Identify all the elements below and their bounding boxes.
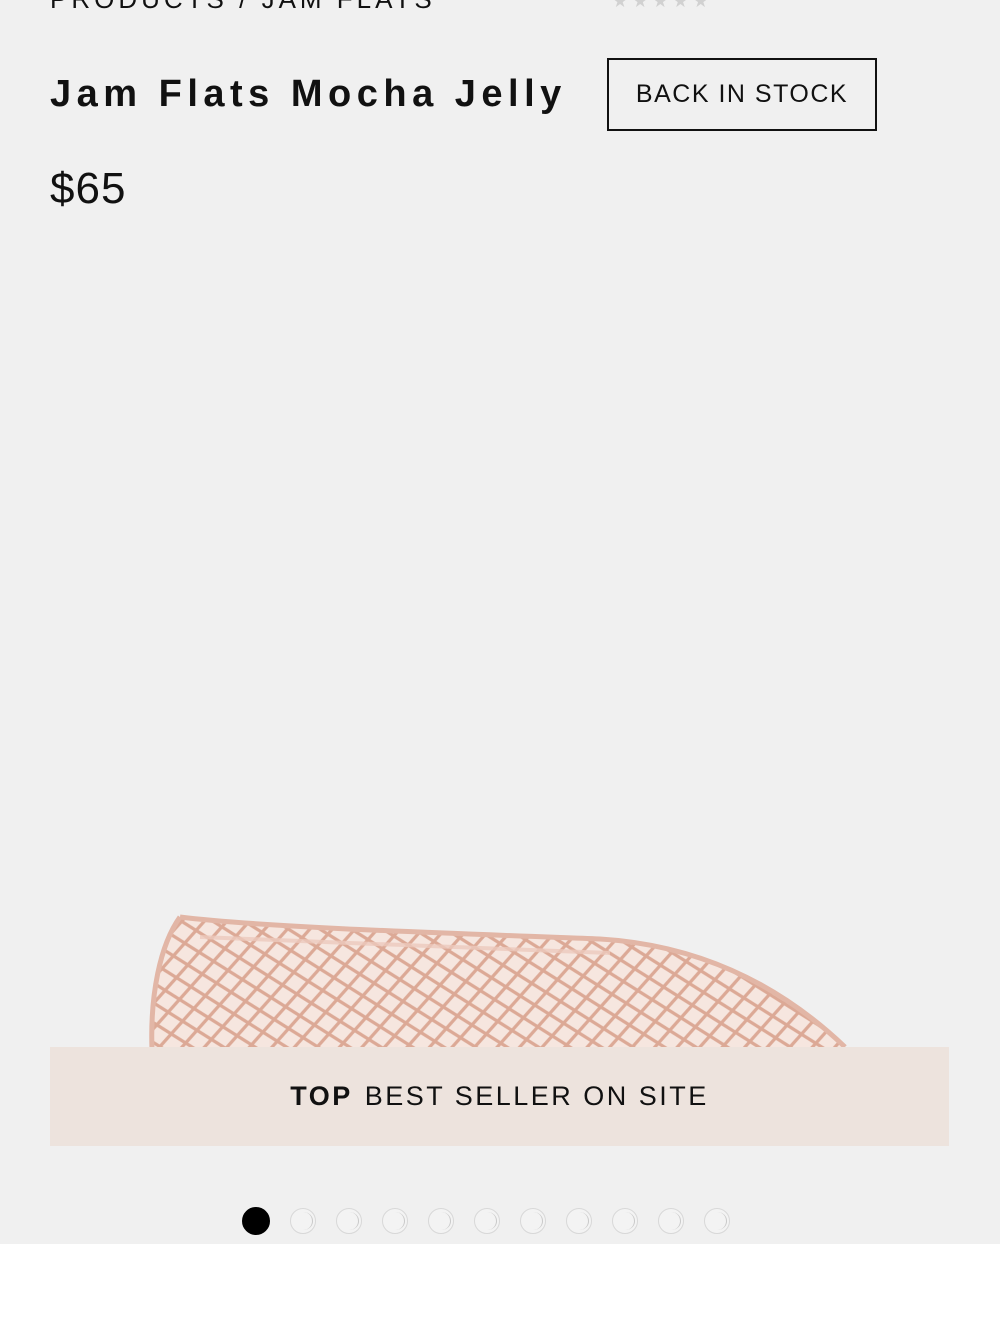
rating-stars: ★ ★ ★ ★ ★ (612, 0, 844, 10)
carousel-dot[interactable] (382, 1208, 408, 1234)
carousel-dot[interactable] (290, 1208, 316, 1234)
star-icon: ★ (693, 0, 709, 10)
jelly-flat-shoe-image (149, 914, 847, 1050)
product-price: $65 (50, 164, 127, 213)
carousel-dot[interactable] (428, 1208, 454, 1234)
carousel-dot[interactable] (336, 1208, 362, 1234)
star-icon: ★ (632, 0, 648, 10)
stock-status-badge: BACK IN STOCK (607, 58, 877, 131)
banner-text: BEST SELLER ON SITE (364, 1081, 709, 1111)
product-title: Jam Flats Mocha Jelly (50, 73, 567, 115)
breadcrumb[interactable]: PRODUCTS / JAM FLATS (50, 0, 436, 12)
product-image[interactable] (140, 905, 860, 1050)
carousel-dot[interactable] (242, 1207, 270, 1235)
carousel-dot[interactable] (612, 1208, 638, 1234)
carousel-dot[interactable] (704, 1208, 730, 1234)
star-icon: ★ (672, 0, 688, 10)
star-icon: ★ (652, 0, 668, 10)
star-icon: ★ (612, 0, 628, 10)
carousel-dot[interactable] (566, 1208, 592, 1234)
carousel-pagination (242, 1206, 730, 1236)
carousel-dot[interactable] (658, 1208, 684, 1234)
best-seller-banner: TOP BEST SELLER ON SITE (50, 1047, 949, 1146)
carousel-dot[interactable] (474, 1208, 500, 1234)
carousel-dot[interactable] (520, 1208, 546, 1234)
banner-strong-text: TOP (290, 1081, 353, 1111)
